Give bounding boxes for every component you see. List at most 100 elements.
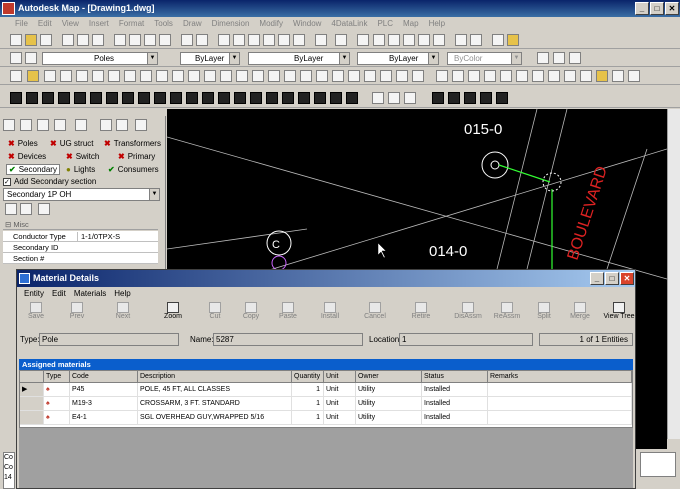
tool-icon[interactable] [252,70,264,82]
tool-icon[interactable] [364,70,376,82]
tool-icon[interactable] [156,70,168,82]
cell-status[interactable]: Installed [422,411,488,425]
cell-quantity[interactable]: 1 [292,383,324,397]
tool-icon[interactable] [44,70,56,82]
lineweight-combo[interactable]: ByLayer ▼ [357,52,439,65]
tool-icon[interactable] [432,92,444,104]
property-row[interactable]: Secondary ID [3,242,158,253]
menu-window[interactable]: Window [288,17,326,31]
open-folder-icon[interactable] [116,119,128,131]
tool-icon[interactable] [170,92,182,104]
zoom-previous-icon[interactable] [403,34,415,46]
tool-icon[interactable] [380,70,392,82]
tool-icon[interactable] [172,70,184,82]
column-header-type[interactable]: Type [44,371,70,383]
column-header-description[interactable]: Description [138,371,292,383]
tool-icon[interactable] [124,70,136,82]
tool-icon[interactable] [388,92,400,104]
distance-icon[interactable] [315,34,327,46]
tool-icon[interactable] [20,119,32,131]
cell-description[interactable]: SGL OVERHEAD GUY,WRAPPED 5/16 [138,411,292,425]
tool-icon[interactable] [484,70,496,82]
menu-edit[interactable]: Edit [48,287,70,300]
tool-icon[interactable] [596,70,608,82]
dialog-maximize-button[interactable]: □ [605,272,619,285]
category-consumers[interactable]: ✔ Consumers [108,165,159,174]
column-header-status[interactable]: Status [422,371,488,383]
tool-icon[interactable] [135,119,147,131]
tool-icon[interactable] [106,92,118,104]
tool-icon[interactable] [266,92,278,104]
property-pages-icon[interactable] [38,203,50,215]
property-value[interactable]: 1-1/0TPX-S [77,232,157,241]
save-icon[interactable] [40,34,52,46]
menu-draw[interactable]: Draw [178,17,207,31]
retire-button[interactable]: Retire [405,302,437,326]
cell-description[interactable]: CROSSARM, 3 FT. STANDARD [138,397,292,411]
view-tree-button[interactable]: View Tree [603,302,635,326]
tool-icon[interactable] [332,70,344,82]
menu-plc[interactable]: PLC [372,17,398,31]
tool-icon[interactable] [628,70,640,82]
dialog-close-button[interactable]: ✕ [620,272,634,285]
tool-icon[interactable] [314,92,326,104]
category-secondary[interactable]: ✔ Secondary [6,164,60,175]
tool-icon[interactable] [436,70,448,82]
map-tool-icon-3[interactable] [569,52,581,64]
tool-icon[interactable] [250,92,262,104]
tool-icon[interactable] [42,92,54,104]
copy-icon[interactable] [129,34,141,46]
tool-icon[interactable] [532,70,544,82]
tool-icon[interactable] [138,92,150,104]
cell-code[interactable]: P45 [70,383,138,397]
split-button[interactable]: Split [528,302,560,326]
tool-icon[interactable] [496,92,508,104]
menu-tools[interactable]: Tools [149,17,178,31]
menu-view[interactable]: View [57,17,84,31]
cell-status[interactable]: Installed [422,397,488,411]
tool-icon[interactable] [140,70,152,82]
zoom-extents-icon[interactable] [418,34,430,46]
tool-icon[interactable] [548,70,560,82]
layer-tool-icon[interactable] [248,34,260,46]
block-icon[interactable] [263,34,275,46]
tool-icon[interactable] [346,92,358,104]
tool-icon[interactable] [186,92,198,104]
category-lights[interactable]: ● Lights [66,165,95,174]
cell-unit[interactable]: Unit [324,397,356,411]
today-icon[interactable] [507,34,519,46]
category-ug-struct[interactable]: ✖ UG struct [50,139,93,148]
maximize-button[interactable]: □ [650,2,664,15]
category-poles[interactable]: ✖ Poles [8,139,38,148]
hyperlink-icon[interactable] [218,34,230,46]
tool-icon[interactable] [580,70,592,82]
zoom-in-icon[interactable] [433,34,445,46]
cell-quantity[interactable]: 1 [292,397,324,411]
tool-icon[interactable] [500,70,512,82]
tool-icon[interactable] [75,119,87,131]
row-selector[interactable] [20,397,44,411]
tool-icon[interactable] [58,92,70,104]
tool-icon[interactable] [396,70,408,82]
column-header-unit[interactable]: Unit [324,371,356,383]
tool-icon[interactable] [268,70,280,82]
install-button[interactable]: Install [314,302,346,326]
add-section-checkbox[interactable]: ✓ Add Secondary section [3,177,96,186]
tool-icon[interactable] [218,92,230,104]
linetype-combo[interactable]: ByLayer ▼ [248,52,350,65]
menu-materials[interactable]: Materials [70,287,110,300]
section-type-select[interactable]: Secondary 1P OH ▼ [3,188,160,201]
tool-icon[interactable] [74,92,86,104]
ucs-icon[interactable] [335,34,347,46]
menu-format[interactable]: Format [114,17,149,31]
print-preview-icon[interactable] [77,34,89,46]
category-devices[interactable]: ✖ Devices [8,152,46,161]
tool-icon[interactable] [27,70,39,82]
tool-icon[interactable] [122,92,134,104]
disassemble-button[interactable]: DisAssm [452,302,484,326]
tool-icon[interactable] [404,92,416,104]
new-icon[interactable] [10,34,22,46]
tool-icon[interactable] [348,70,360,82]
tool-icon[interactable] [564,70,576,82]
cell-quantity[interactable]: 1 [292,411,324,425]
